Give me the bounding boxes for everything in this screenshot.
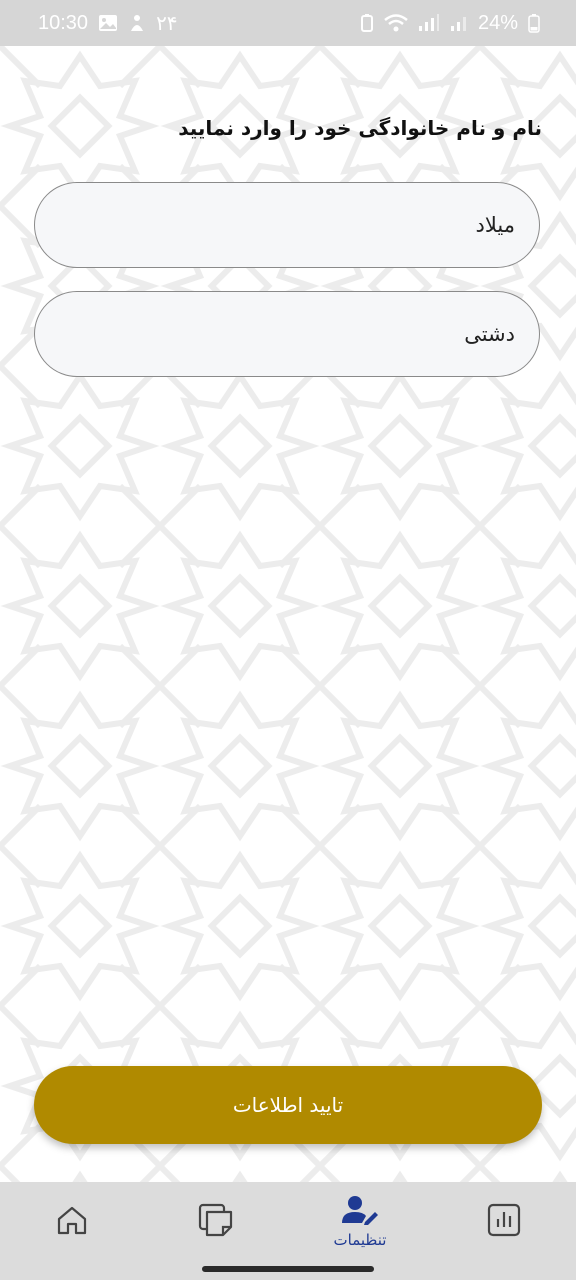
nav-stats[interactable]: [468, 1182, 540, 1262]
page-heading: نام و نام خانوادگی خود را وارد نمایید: [178, 116, 542, 140]
first-name-input[interactable]: [35, 213, 515, 237]
nav-settings[interactable]: تنظیمات: [318, 1182, 402, 1262]
battery-icon: [528, 13, 540, 33]
status-bar: 10:30 ۲۴ 24%: [0, 0, 576, 46]
wifi-icon: [384, 14, 408, 32]
home-indicator[interactable]: [202, 1266, 374, 1272]
signal-icon: [418, 14, 440, 32]
status-extra: ۲۴: [156, 12, 178, 35]
battery-saver-icon: [360, 13, 374, 33]
submit-button[interactable]: تایید اطلاعات: [34, 1066, 542, 1144]
user-edit-icon: [341, 1195, 379, 1229]
first-name-field[interactable]: [34, 182, 540, 268]
home-icon: [55, 1204, 89, 1240]
main-content: نام و نام خانوادگی خود را وارد نمایید تا…: [0, 46, 576, 1182]
nav-settings-label: تنظیمات: [333, 1231, 387, 1249]
battery-percent: 24%: [477, 11, 518, 34]
nav-home[interactable]: [36, 1182, 108, 1262]
last-name-field[interactable]: [34, 291, 540, 377]
notification-icon: [128, 13, 146, 33]
signal-icon-2: [450, 14, 468, 32]
status-time: 10:30: [38, 11, 89, 34]
notes-icon: [198, 1203, 234, 1241]
status-left: 10:30 ۲۴: [38, 11, 178, 36]
chart-icon: [487, 1203, 521, 1241]
last-name-input[interactable]: [35, 322, 515, 346]
status-right: 24%: [360, 12, 540, 35]
gallery-icon: [98, 14, 118, 32]
nav-notes[interactable]: [180, 1182, 252, 1262]
